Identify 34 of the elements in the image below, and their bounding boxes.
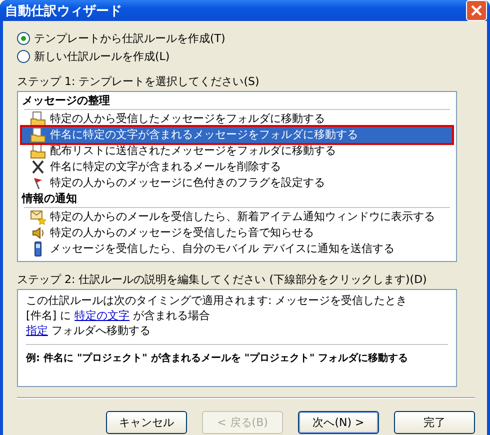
radio-button[interactable]: [17, 32, 30, 45]
close-icon: [471, 5, 482, 16]
radio-label: テンプレートから仕訳ルールを作成(T): [34, 31, 226, 46]
step-label: ステップ 2: 仕訳ルールの説明を編集してください (下線部分をクリックします)(D): [17, 272, 428, 287]
template-item[interactable]: 特定の人からのメッセージを受信したら音で知らせる: [22, 225, 452, 241]
group-heading: 情報の通知: [22, 191, 78, 207]
wizard-button[interactable]: 次へ(N) >: [298, 411, 379, 434]
radio-button[interactable]: [17, 50, 30, 63]
folder-letter-icon: [30, 143, 46, 159]
close-button[interactable]: [466, 0, 487, 21]
group-heading: メッセージの整理: [22, 93, 111, 109]
template-item[interactable]: 配布リストに送信されたメッセージをフォルダに移動する: [22, 143, 452, 159]
template-item[interactable]: 件名に特定の文字が含まれるメールを削除する: [22, 159, 452, 175]
rule-link[interactable]: 特定の文字: [74, 309, 130, 322]
template-item[interactable]: 件名に特定の文字が含まれるメッセージをフォルダに移動する: [22, 127, 452, 143]
radio-option[interactable]: 新しい仕訳ルールを作成(L): [17, 49, 475, 64]
folder-letter-icon: [30, 127, 46, 143]
window-title: 自動仕訳ウィザード: [5, 2, 122, 20]
radio-option[interactable]: テンプレートから仕訳ルールを作成(T): [17, 31, 475, 46]
radio-label: 新しい仕訳ルールを作成(L): [34, 49, 170, 64]
template-item[interactable]: メッセージを受信したら、自分のモバイル デバイスに通知を送信する: [22, 241, 452, 257]
example-text: 例: 件名に "プロジェクト" が含まれるメールを "プロジェクト" フォルダに移動する: [26, 351, 410, 365]
rule-link[interactable]: 指定: [26, 324, 48, 337]
template-item[interactable]: 特定の人からのメッセージに色付きのフラグを設定する: [22, 175, 452, 191]
delete-icon: [30, 159, 46, 175]
speaker-icon: [30, 225, 46, 241]
description-line: [件名] に 特定の文字 が含まれる場合: [26, 308, 212, 323]
description-line: 指定 フォルダへ移動する: [26, 323, 152, 338]
envelope-star-icon: [30, 209, 46, 225]
wizard-button[interactable]: 完了: [394, 411, 475, 434]
description-line: この仕訳ルールは次のタイミングで適用されます: メッセージを受信したとき: [26, 293, 408, 308]
wizard-button[interactable]: キャンセル: [106, 411, 187, 434]
template-item[interactable]: 特定の人からのメールを受信したら、新着アイテム通知ウィンドウに表示する: [22, 209, 452, 225]
step-label: ステップ 1: テンプレートを選択してください(S): [17, 74, 260, 89]
